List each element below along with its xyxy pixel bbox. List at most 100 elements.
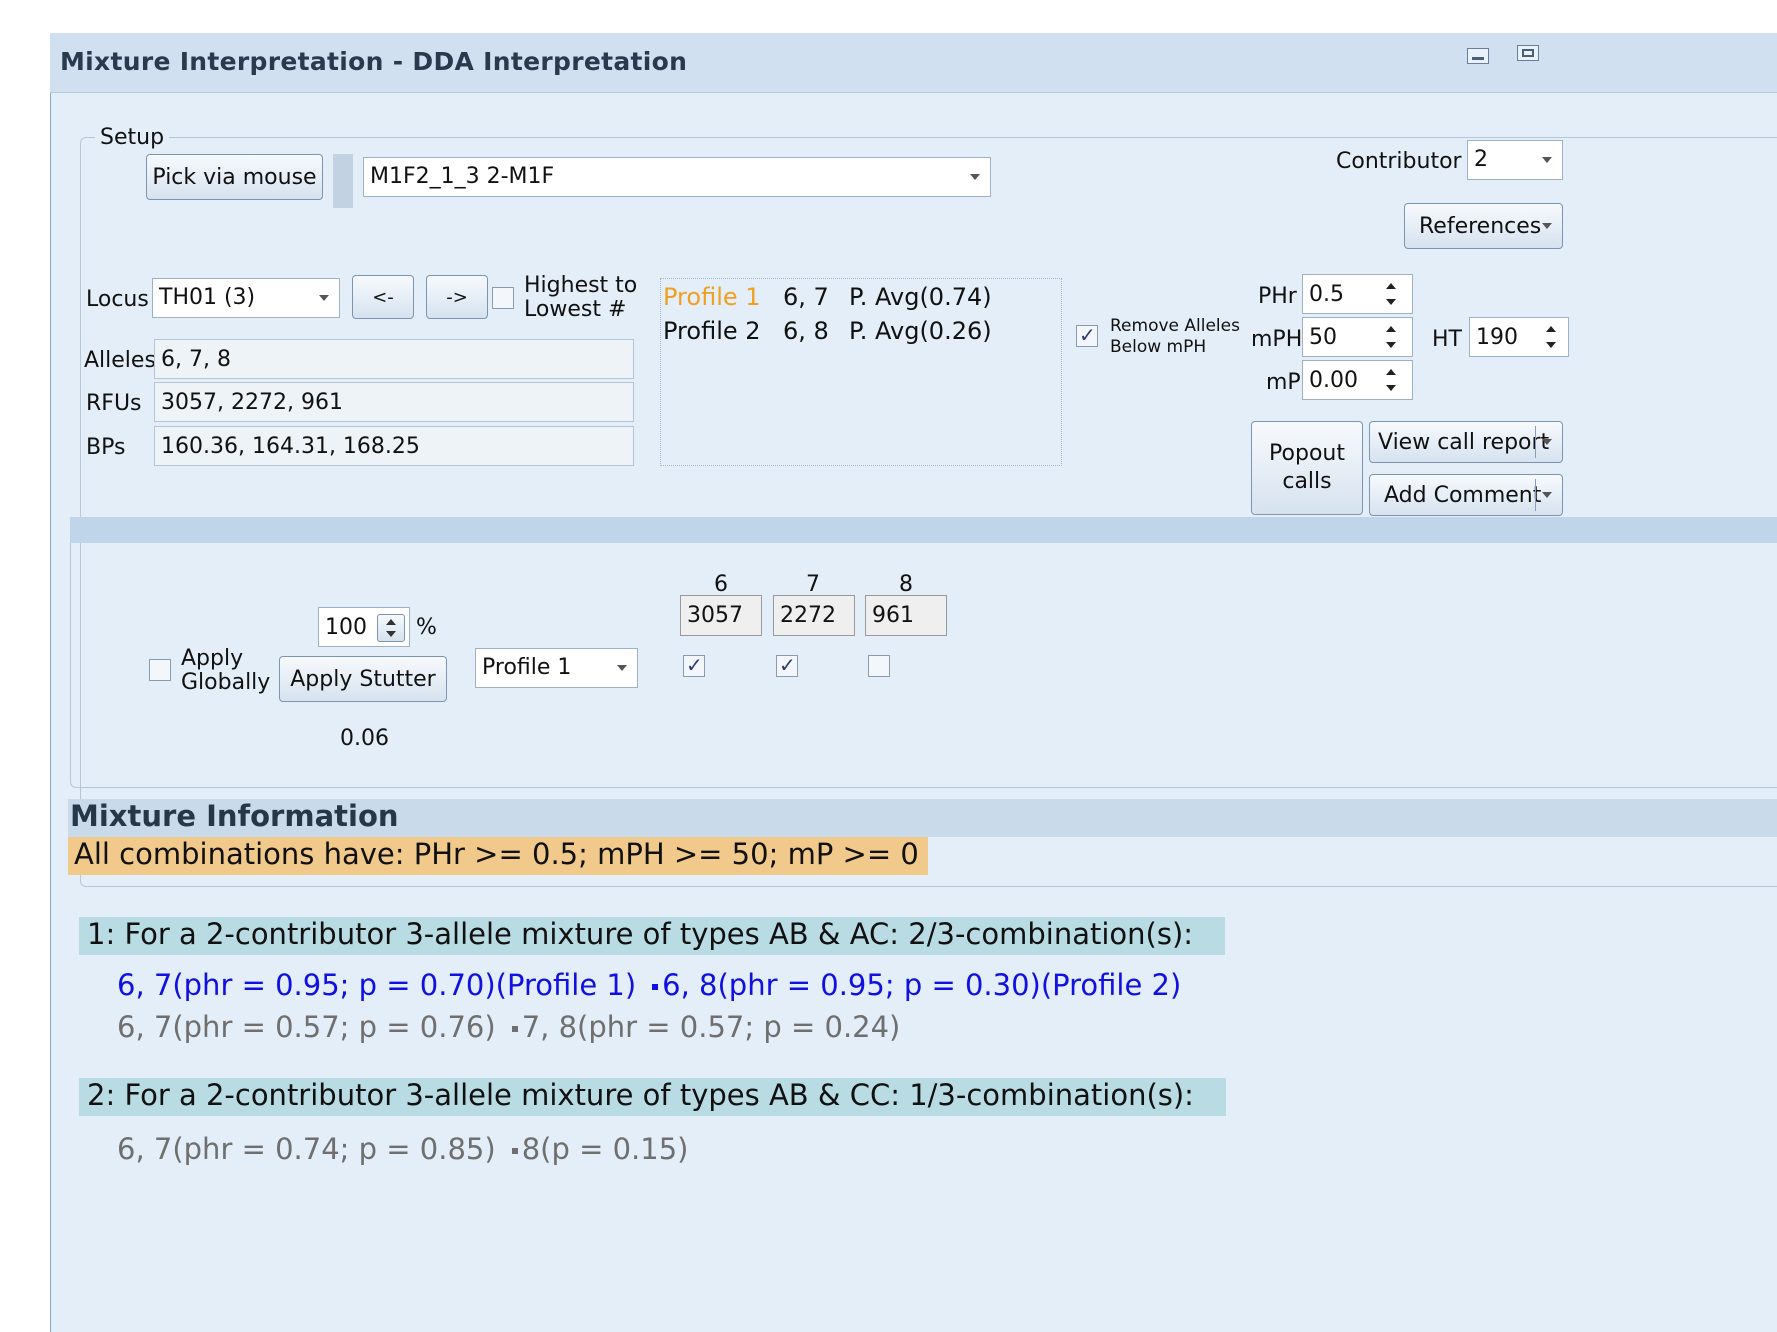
bps-field: 160.36, 164.31, 168.25 bbox=[154, 426, 634, 466]
allele-8-checkbox[interactable] bbox=[868, 655, 890, 677]
ht-spinner[interactable]: 190 bbox=[1469, 317, 1569, 357]
allele-7-checkbox[interactable] bbox=[776, 653, 798, 677]
add-comment-button[interactable]: Add Comment bbox=[1369, 474, 1563, 516]
mixture-summary: All combinations have: PHr >= 0.5; mPH >… bbox=[68, 837, 928, 875]
combination-part: 8(p = 0.15) bbox=[521, 1132, 689, 1166]
percent-sign: % bbox=[416, 615, 437, 640]
sample-select[interactable]: M1F2_1_3 2-M1F bbox=[363, 157, 991, 197]
references-label: References bbox=[1419, 213, 1542, 239]
bullet-icon bbox=[511, 1148, 518, 1154]
profiles-list: Profile 1 6, 7 P. Avg(0.74) Profile 2 6, 8P… bbox=[663, 280, 992, 348]
stutter-percent-value: 100 bbox=[325, 614, 367, 640]
stutter-percent-spinner[interactable]: 100 bbox=[318, 607, 410, 647]
apply-globally-line2: Globally bbox=[181, 670, 271, 695]
next-locus-button[interactable]: -> bbox=[426, 275, 488, 319]
allele-7-rfu: 2272 bbox=[773, 595, 855, 636]
spin-arrows-icon[interactable] bbox=[1386, 281, 1398, 307]
stutter-profile-select[interactable]: Profile 1 bbox=[475, 648, 638, 688]
setup-group-label: Setup bbox=[95, 125, 170, 150]
bps-label: BPs bbox=[86, 435, 126, 460]
remove-alleles-line1: Remove Alleles bbox=[1110, 316, 1240, 336]
phr-spinner[interactable]: 0.5 bbox=[1302, 274, 1413, 314]
ht-value: 190 bbox=[1476, 324, 1518, 350]
pick-via-mouse-button[interactable]: Pick via mouse bbox=[146, 154, 323, 200]
spin-arrows-icon[interactable] bbox=[1546, 324, 1558, 350]
spin-arrows-icon[interactable] bbox=[377, 614, 405, 642]
window-title: Mixture Interpretation - DDA Interpretat… bbox=[60, 47, 688, 76]
apply-globally-label: Apply Globally bbox=[181, 647, 270, 695]
allele-6-rfu: 3057 bbox=[680, 595, 762, 636]
chevron-down-icon bbox=[970, 174, 980, 180]
profile-1-name: Profile 1 bbox=[663, 283, 761, 311]
contributor-select[interactable]: 2 bbox=[1467, 140, 1563, 180]
popout-calls-button[interactable]: Popout calls bbox=[1251, 421, 1363, 515]
view-call-report-button[interactable]: View call report bbox=[1369, 421, 1563, 463]
remove-alleles-label: Remove Alleles Below mPH bbox=[1110, 316, 1240, 358]
apply-stutter-button[interactable]: Apply Stutter bbox=[279, 656, 447, 702]
chevron-down-icon[interactable] bbox=[1542, 492, 1552, 498]
split-divider bbox=[1535, 426, 1536, 458]
combination-part: 6, 7(phr = 0.57; p = 0.76) bbox=[117, 1010, 496, 1044]
profile-1-avg: P. Avg(0.74) bbox=[849, 283, 992, 311]
combination-part: 6, 7(phr = 0.74; p = 0.85) bbox=[117, 1132, 496, 1166]
profile-row-2[interactable]: Profile 2 6, 8 P. Avg(0.26) bbox=[663, 314, 992, 348]
maximize-icon[interactable] bbox=[1517, 45, 1539, 61]
spin-arrows-icon[interactable] bbox=[1386, 367, 1398, 393]
chevron-down-icon bbox=[617, 665, 627, 671]
spin-arrows-icon[interactable] bbox=[1386, 324, 1398, 350]
mp-label: mP bbox=[1266, 370, 1301, 395]
chevron-down-icon bbox=[319, 295, 329, 301]
mph-spinner[interactable]: 50 bbox=[1302, 317, 1413, 357]
view-call-report-label: View call report bbox=[1378, 429, 1550, 455]
stutter-value: 0.06 bbox=[340, 726, 389, 751]
bullet-icon bbox=[652, 984, 659, 990]
mph-label: mPH bbox=[1251, 327, 1303, 352]
mixture-combination-2-1[interactable]: 6, 7(phr = 0.74; p = 0.85) 8(p = 0.15) bbox=[117, 1132, 688, 1166]
previous-locus-button[interactable]: <- bbox=[352, 275, 414, 319]
mp-spinner[interactable]: 0.00 bbox=[1302, 360, 1413, 400]
allele-8-rfu: 961 bbox=[865, 595, 947, 636]
mixture-combination-1-2[interactable]: 6, 7(phr = 0.57; p = 0.76) 7, 8(phr = 0.5… bbox=[117, 1010, 900, 1044]
chevron-down-icon bbox=[1542, 157, 1552, 163]
mixture-group-1-heading: 1: For a 2-contributor 3-allele mixture … bbox=[79, 917, 1225, 955]
remove-alleles-checkbox[interactable] bbox=[1076, 323, 1098, 347]
rfus-field: 3057, 2272, 961 bbox=[154, 382, 634, 422]
combination-part: 6, 8(phr = 0.95; p = 0.30)(Profile 2) bbox=[662, 968, 1182, 1002]
profile-1-alleles: 6, 7 bbox=[783, 283, 829, 311]
contributor-value: 2 bbox=[1474, 147, 1488, 172]
mixture-group-2-heading: 2: For a 2-contributor 3-allele mixture … bbox=[79, 1078, 1226, 1116]
alleles-label: Alleles bbox=[84, 348, 156, 373]
highest-to-lowest-label: Highest to Lowest # bbox=[524, 274, 637, 322]
popout-line2: calls bbox=[1282, 469, 1332, 494]
profile-row-1[interactable]: Profile 1 6, 7 P. Avg(0.74) bbox=[663, 280, 992, 314]
profile-2-alleles: 6, 8 bbox=[783, 317, 829, 345]
highest-to-lowest-checkbox[interactable] bbox=[492, 287, 514, 309]
pick-indicator bbox=[333, 154, 353, 208]
allele-6-checkbox[interactable] bbox=[683, 653, 705, 677]
locus-select[interactable]: TH01 (3) bbox=[152, 278, 340, 318]
profile-2-name: Profile 2 bbox=[663, 317, 761, 345]
highest-label-line2: Lowest # bbox=[524, 297, 627, 322]
references-button[interactable]: References bbox=[1404, 203, 1563, 249]
locus-value: TH01 (3) bbox=[159, 285, 256, 310]
phr-value: 0.5 bbox=[1309, 281, 1344, 307]
locus-label: Locus bbox=[86, 287, 149, 312]
ht-label: HT bbox=[1432, 327, 1462, 352]
minimize-icon[interactable] bbox=[1467, 48, 1489, 64]
split-divider bbox=[1535, 479, 1536, 511]
chevron-down-icon[interactable] bbox=[1542, 439, 1552, 445]
chevron-down-icon bbox=[1542, 223, 1552, 229]
apply-globally-checkbox[interactable] bbox=[149, 659, 171, 681]
popout-line1: Popout bbox=[1269, 441, 1345, 466]
allele-6-label: 6 bbox=[714, 572, 728, 597]
profile-2-avg: P. Avg(0.26) bbox=[849, 317, 992, 345]
mph-value: 50 bbox=[1309, 324, 1337, 350]
phr-label: PHr bbox=[1258, 284, 1297, 309]
add-comment-label: Add Comment bbox=[1384, 482, 1542, 508]
contributor-label: Contributor # bbox=[1336, 149, 1488, 174]
combination-part: 6, 7(phr = 0.95; p = 0.70)(Profile 1) bbox=[117, 968, 637, 1002]
panel-splitter[interactable] bbox=[70, 517, 1777, 543]
mixture-combination-1-1[interactable]: 6, 7(phr = 0.95; p = 0.70)(Profile 1) 6, … bbox=[117, 968, 1181, 1002]
stutter-profile-value: Profile 1 bbox=[482, 655, 572, 680]
allele-8-label: 8 bbox=[899, 572, 913, 597]
